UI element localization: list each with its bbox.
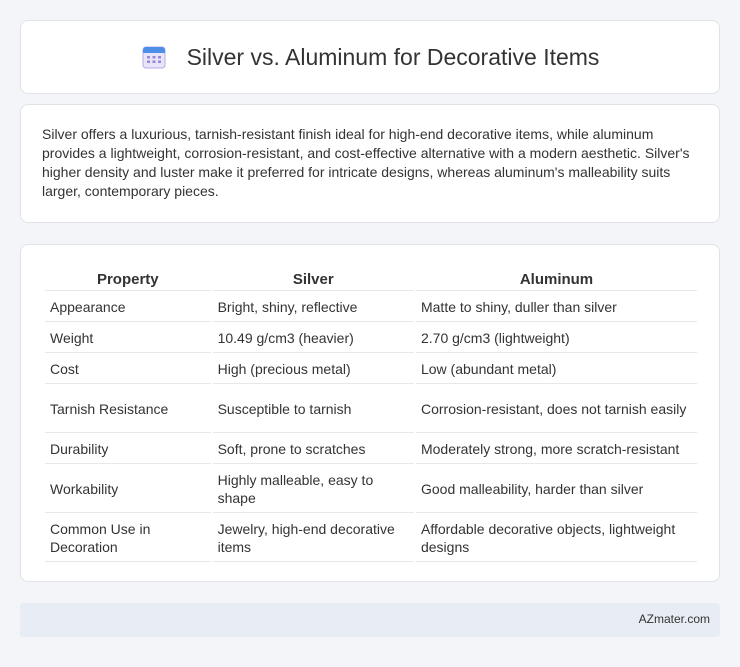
header-aluminum: Aluminum bbox=[415, 267, 697, 291]
table-row: Tarnish Resistance Susceptible to tarnis… bbox=[45, 386, 697, 433]
aluminum-cell: 2.70 g/cm3 (lightweight) bbox=[415, 324, 697, 353]
property-cell: Cost bbox=[45, 355, 211, 384]
table-row: Cost High (precious metal) Low (abundant… bbox=[45, 355, 697, 384]
property-cell: Weight bbox=[45, 324, 211, 353]
silver-cell: Bright, shiny, reflective bbox=[212, 293, 414, 322]
silver-cell: High (precious metal) bbox=[212, 355, 414, 384]
aluminum-cell: Affordable decorative objects, lightweig… bbox=[415, 515, 697, 562]
table-row: Appearance Bright, shiny, reflective Mat… bbox=[45, 293, 697, 322]
aluminum-cell: Low (abundant metal) bbox=[415, 355, 697, 384]
title-card: Silver vs. Aluminum for Decorative Items bbox=[20, 20, 720, 94]
table-row: Common Use in Decoration Jewelry, high-e… bbox=[45, 515, 697, 562]
comparison-table: Property Silver Aluminum Appearance Brig… bbox=[43, 265, 699, 564]
silver-cell: Jewelry, high-end decorative items bbox=[212, 515, 414, 562]
aluminum-cell: Moderately strong, more scratch-resistan… bbox=[415, 435, 697, 464]
property-cell: Appearance bbox=[45, 293, 211, 322]
table-row: Weight 10.49 g/cm3 (heavier) 2.70 g/cm3 … bbox=[45, 324, 697, 353]
table-row: Durability Soft, prone to scratches Mode… bbox=[45, 435, 697, 464]
footer-bar: AZmater.com bbox=[20, 603, 720, 637]
summary-card: Silver offers a luxurious, tarnish-resis… bbox=[20, 104, 720, 223]
property-cell: Durability bbox=[45, 435, 211, 464]
property-cell: Common Use in Decoration bbox=[45, 515, 211, 562]
table-header-row: Property Silver Aluminum bbox=[45, 267, 697, 291]
header-property: Property bbox=[45, 267, 211, 291]
property-cell: Workability bbox=[45, 466, 211, 513]
footer-site-link[interactable]: AZmater.com bbox=[639, 612, 710, 626]
page-title: Silver vs. Aluminum for Decorative Items bbox=[186, 43, 600, 70]
silver-cell: Soft, prone to scratches bbox=[212, 435, 414, 464]
silver-cell: Susceptible to tarnish bbox=[212, 386, 414, 433]
table-row: Workability Highly malleable, easy to sh… bbox=[45, 466, 697, 513]
silver-cell: Highly malleable, easy to shape bbox=[212, 466, 414, 513]
property-cell: Tarnish Resistance bbox=[45, 386, 211, 433]
aluminum-cell: Corrosion-resistant, does not tarnish ea… bbox=[415, 386, 697, 433]
title-wrap: Silver vs. Aluminum for Decorative Items bbox=[141, 43, 600, 71]
aluminum-cell: Matte to shiny, duller than silver bbox=[415, 293, 697, 322]
silver-cell: 10.49 g/cm3 (heavier) bbox=[212, 324, 414, 353]
aluminum-cell: Good malleability, harder than silver bbox=[415, 466, 697, 513]
summary-text: Silver offers a luxurious, tarnish-resis… bbox=[42, 126, 690, 199]
comparison-table-card: Property Silver Aluminum Appearance Brig… bbox=[20, 244, 720, 582]
calendar-icon bbox=[141, 44, 167, 70]
header-silver: Silver bbox=[212, 267, 414, 291]
